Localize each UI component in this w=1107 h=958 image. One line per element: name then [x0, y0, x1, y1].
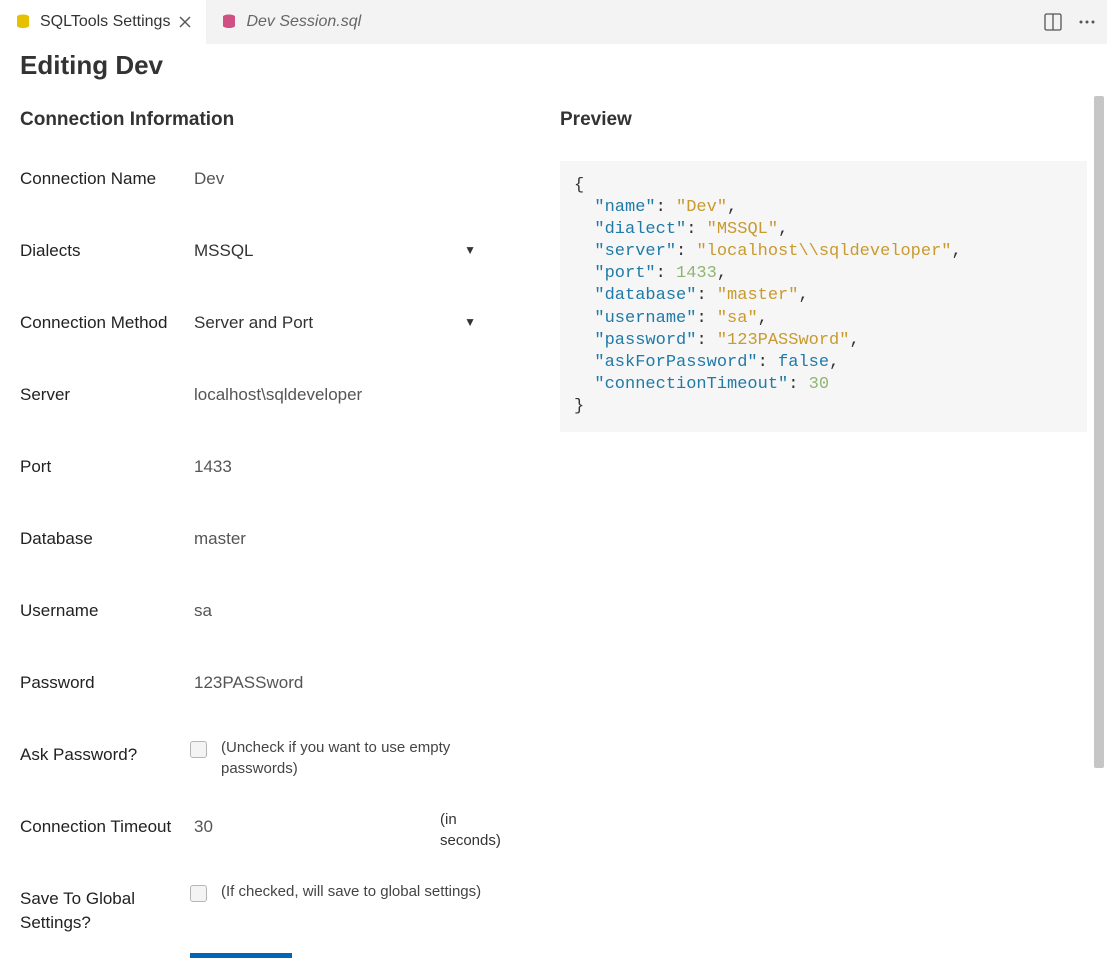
tab-label: Dev Session.sql	[246, 13, 361, 31]
timeout-input[interactable]	[190, 809, 426, 845]
label-save-global: Save To Global Settings?	[20, 881, 190, 935]
label-connection-method: Connection Method	[20, 305, 190, 335]
scrollbar[interactable]	[1091, 96, 1107, 958]
label-database: Database	[20, 521, 190, 551]
connection-name-input[interactable]	[190, 161, 500, 197]
connection-method-select[interactable]: Server and Port ▼	[190, 305, 490, 341]
label-timeout: Connection Timeout	[20, 809, 190, 839]
preview-panel: Preview { "name": "Dev", "dialect": "MSS…	[560, 109, 1087, 958]
split-editor-icon[interactable]	[1043, 12, 1063, 32]
database-input[interactable]	[190, 521, 500, 557]
tab-label: SQLTools Settings	[40, 13, 170, 31]
tab-sqltools-settings[interactable]: SQLTools Settings	[0, 0, 206, 44]
dialects-value: MSSQL	[194, 241, 254, 260]
editor-actions	[1043, 0, 1097, 44]
label-port: Port	[20, 449, 190, 479]
chevron-down-icon: ▼	[464, 243, 476, 257]
port-input[interactable]	[190, 449, 500, 485]
preview-heading: Preview	[560, 109, 1087, 131]
label-dialects: Dialects	[20, 233, 190, 263]
tab-dev-session[interactable]: Dev Session.sql	[206, 0, 375, 44]
scrollbar-thumb[interactable]	[1094, 96, 1104, 768]
password-input[interactable]	[190, 665, 500, 701]
server-input[interactable]	[190, 377, 500, 413]
label-username: Username	[20, 593, 190, 623]
save-global-hint: (If checked, will save to global setting…	[221, 881, 481, 902]
dialects-select[interactable]: MSSQL ▼	[190, 233, 490, 269]
page-title: Editing Dev	[20, 50, 1107, 81]
ask-password-hint: (Uncheck if you want to use empty passwo…	[221, 737, 491, 779]
form-panel: Connection Information Connection Name D…	[20, 109, 520, 958]
method-value: Server and Port	[194, 313, 313, 332]
label-ask-password: Ask Password?	[20, 737, 190, 767]
ask-password-checkbox[interactable]	[190, 741, 207, 758]
database-icon	[14, 13, 32, 31]
preview-json: { "name": "Dev", "dialect": "MSSQL", "se…	[560, 161, 1087, 432]
database-icon	[220, 13, 238, 31]
label-password: Password	[20, 665, 190, 695]
section-heading: Connection Information	[20, 109, 520, 131]
more-actions-icon[interactable]	[1077, 12, 1097, 32]
label-connection-name: Connection Name	[20, 161, 190, 191]
username-input[interactable]	[190, 593, 500, 629]
update-button[interactable]: UPDATE	[190, 953, 292, 958]
close-icon[interactable]	[178, 15, 192, 29]
timeout-hint: (in seconds)	[440, 809, 520, 851]
tab-bar: SQLTools Settings Dev Session.sql	[0, 0, 1107, 44]
save-global-checkbox[interactable]	[190, 885, 207, 902]
content-area: Editing Dev Connection Information Conne…	[0, 44, 1107, 958]
chevron-down-icon: ▼	[464, 315, 476, 329]
label-server: Server	[20, 377, 190, 407]
